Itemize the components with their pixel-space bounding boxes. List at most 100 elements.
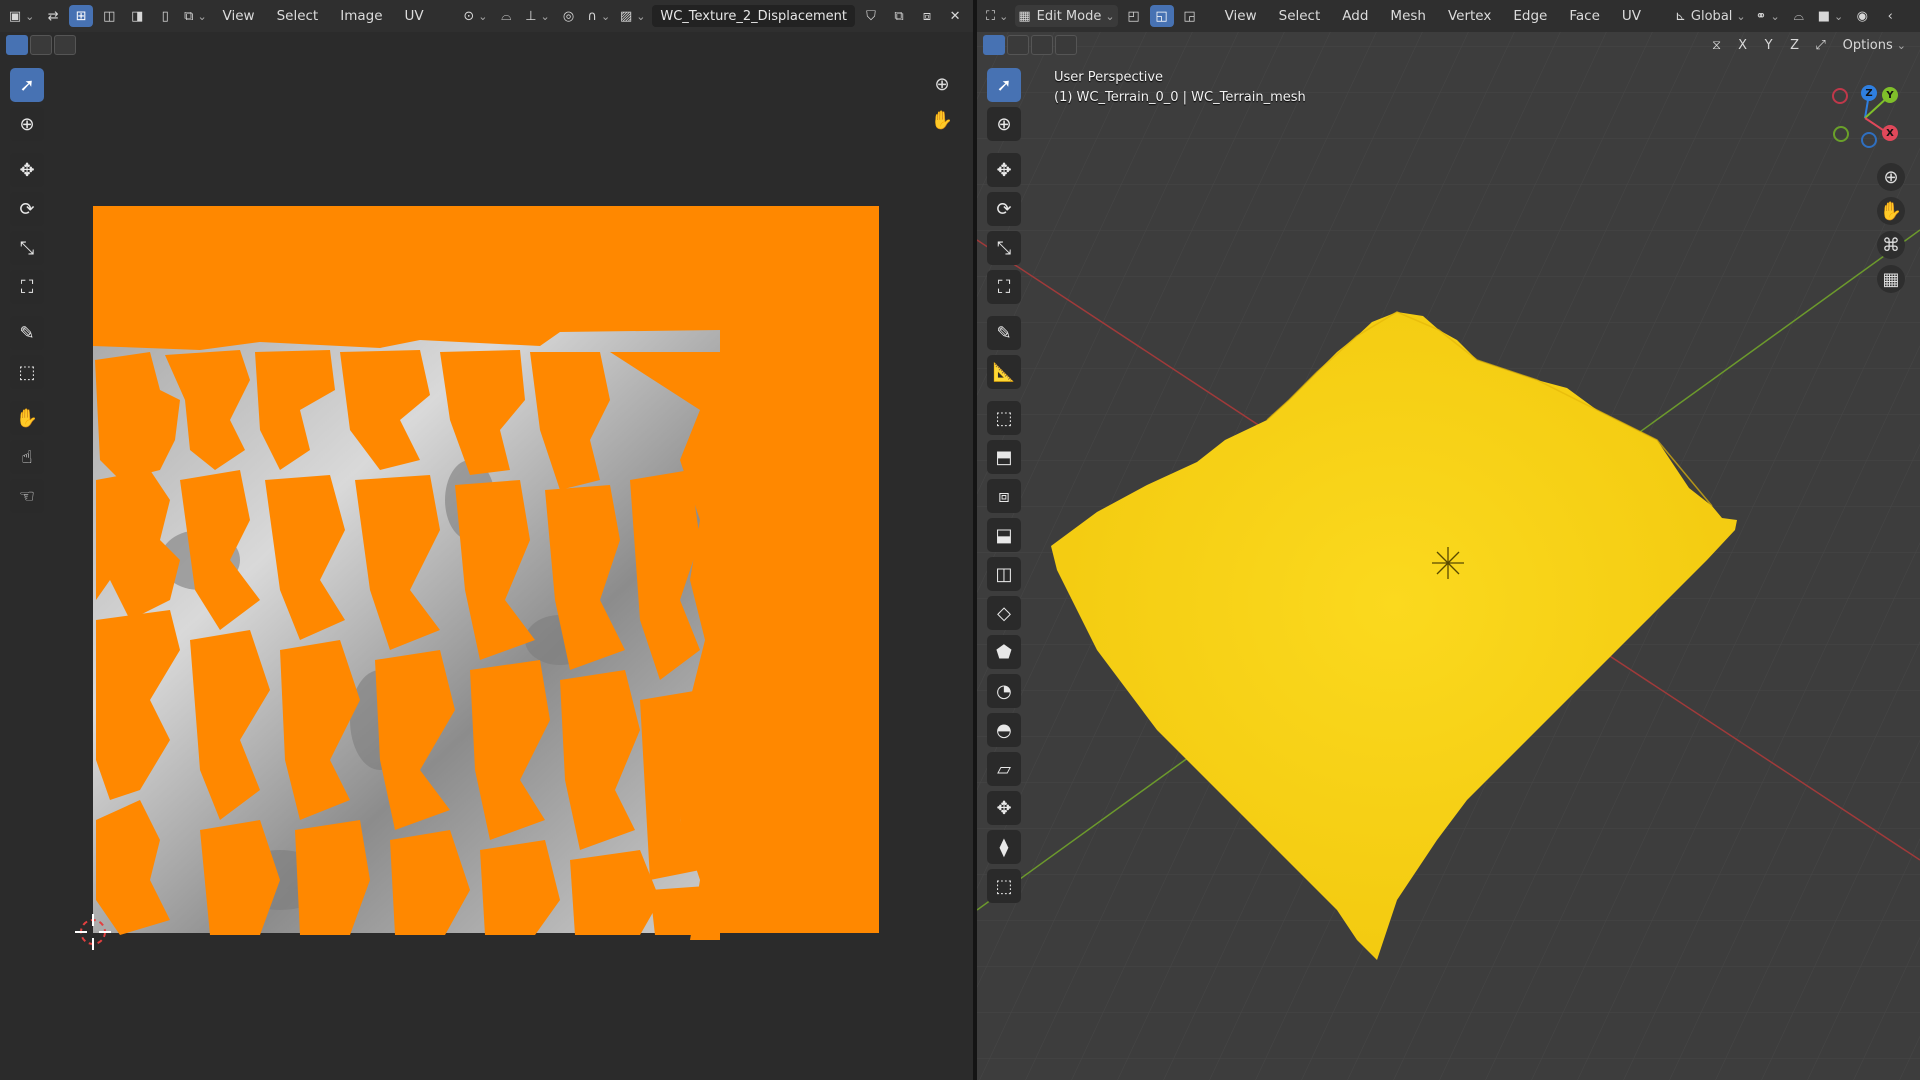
- loop-cut-tool-icon[interactable]: ◫: [987, 557, 1021, 591]
- gizmo-neg-y[interactable]: [1833, 126, 1849, 142]
- proportional-edit-icon[interactable]: ◎: [557, 5, 581, 27]
- camera-view-icon[interactable]: ⌘: [1877, 231, 1905, 259]
- mirror-x-toggle[interactable]: X: [1731, 34, 1755, 56]
- extrude-tool-icon[interactable]: ⬒: [987, 440, 1021, 474]
- menu-view[interactable]: View: [1216, 5, 1266, 27]
- zoom-icon[interactable]: ⊕: [928, 70, 956, 98]
- mirror-icon[interactable]: ⧖: [1705, 34, 1729, 56]
- new-image-icon[interactable]: ⧉: [887, 5, 911, 27]
- mode-selector[interactable]: ▦ Edit Mode: [1015, 5, 1118, 27]
- inset-tool-icon[interactable]: ⧈: [987, 479, 1021, 513]
- annotate-tool-icon[interactable]: ✎: [10, 316, 44, 350]
- annotate-tool-icon[interactable]: ✎: [987, 316, 1021, 350]
- mirror-y-toggle[interactable]: Y: [1757, 34, 1781, 56]
- navigation-gizmo[interactable]: Z Y X: [1827, 80, 1907, 150]
- rip-tool-icon[interactable]: ⬚: [987, 869, 1021, 903]
- cursor-tool-icon[interactable]: ⊕: [10, 107, 44, 141]
- knife-tool-icon[interactable]: ◇: [987, 596, 1021, 630]
- snap-target-icon[interactable]: ⊥: [522, 5, 552, 27]
- select-subtract-icon[interactable]: [54, 35, 76, 55]
- menu-view[interactable]: View: [214, 5, 264, 27]
- select-tool-icon[interactable]: ➚: [987, 68, 1021, 102]
- rotate-tool-icon[interactable]: ⟳: [10, 192, 44, 226]
- pinch-tool-icon[interactable]: ☜: [10, 479, 44, 513]
- fake-user-icon[interactable]: ⛉: [859, 5, 883, 27]
- face-select-icon[interactable]: ◨: [125, 5, 149, 27]
- select-subtract-icon[interactable]: [1031, 35, 1053, 55]
- shear-tool-icon[interactable]: ⧫: [987, 830, 1021, 864]
- collapse-arrow-icon[interactable]: ‹: [1878, 5, 1902, 27]
- falloff-icon[interactable]: ∩: [585, 5, 614, 27]
- sticky-select-icon[interactable]: ⧉: [181, 5, 209, 27]
- move-tool-icon[interactable]: ✥: [987, 153, 1021, 187]
- bevel-tool-icon[interactable]: ⬓: [987, 518, 1021, 552]
- menu-add[interactable]: Add: [1333, 5, 1377, 27]
- gizmo-z[interactable]: Z: [1861, 85, 1877, 101]
- menu-uv[interactable]: UV: [396, 5, 433, 27]
- pivot-icon[interactable]: ⚭: [1753, 5, 1783, 27]
- relax-tool-icon[interactable]: ☝: [10, 440, 44, 474]
- gizmo-y[interactable]: Y: [1882, 87, 1898, 103]
- menu-image[interactable]: Image: [331, 5, 391, 27]
- menu-vertex[interactable]: Vertex: [1439, 5, 1500, 27]
- face-mode-icon[interactable]: ◲: [1178, 5, 1202, 27]
- select-tool-icon[interactable]: ➚: [10, 68, 44, 102]
- unlink-image-icon[interactable]: ⧈: [915, 5, 939, 27]
- rotate-tool-icon[interactable]: ⟳: [987, 192, 1021, 226]
- edge-mode-icon[interactable]: ◱: [1149, 5, 1174, 27]
- editor-type-icon[interactable]: ⛶: [983, 5, 1011, 27]
- pan-hand-icon[interactable]: ✋: [1877, 197, 1905, 225]
- pan-hand-icon[interactable]: ✋: [928, 106, 956, 134]
- mirror-z-toggle[interactable]: Z: [1783, 34, 1807, 56]
- select-extend-icon[interactable]: [30, 35, 52, 55]
- move-tool-icon[interactable]: ✥: [10, 153, 44, 187]
- menu-face[interactable]: Face: [1560, 5, 1609, 27]
- uv-canvas[interactable]: [0, 58, 973, 1080]
- image-name-field[interactable]: WC_Texture_2_Displacement: [652, 5, 856, 27]
- grab-tool-icon[interactable]: ✋: [10, 401, 44, 435]
- gizmo-x[interactable]: X: [1882, 125, 1898, 141]
- gizmo-neg-x[interactable]: [1832, 88, 1848, 104]
- proportional-edit-icon[interactable]: ◉: [1850, 5, 1874, 27]
- snap-icon[interactable]: ⌓: [1787, 5, 1811, 27]
- perspective-toggle-icon[interactable]: ▦: [1877, 265, 1905, 293]
- transform-tool-icon[interactable]: ⛶: [10, 270, 44, 304]
- menu-select[interactable]: Select: [1270, 5, 1330, 27]
- select-box-icon[interactable]: [6, 35, 28, 55]
- add-cube-tool-icon[interactable]: ⬚: [987, 401, 1021, 435]
- close-icon[interactable]: ✕: [943, 5, 967, 27]
- snap-icon[interactable]: ⌓: [494, 5, 518, 27]
- smooth-tool-icon[interactable]: ◓: [987, 713, 1021, 747]
- spin-tool-icon[interactable]: ◔: [987, 674, 1021, 708]
- edge-slide-tool-icon[interactable]: ▱: [987, 752, 1021, 786]
- scale-tool-icon[interactable]: ⤡: [987, 231, 1021, 265]
- auto-merge-icon[interactable]: ⤢: [1809, 34, 1833, 56]
- snap-element-icon[interactable]: ■: [1815, 5, 1847, 27]
- sync-selection-icon[interactable]: ⇄: [41, 5, 65, 27]
- rip-tool-icon[interactable]: ⬚: [10, 355, 44, 389]
- select-extend-icon[interactable]: [1007, 35, 1029, 55]
- image-browse-icon[interactable]: ▨: [617, 5, 648, 27]
- edge-select-icon[interactable]: ◫: [97, 5, 121, 27]
- menu-select[interactable]: Select: [268, 5, 328, 27]
- options-dropdown[interactable]: Options: [1835, 34, 1914, 56]
- transform-orientation-selector[interactable]: ⊾ Global: [1672, 5, 1749, 27]
- transform-tool-icon[interactable]: ⛶: [987, 270, 1021, 304]
- vertex-select-icon[interactable]: ⊞: [69, 5, 94, 27]
- measure-tool-icon[interactable]: 📐: [987, 355, 1021, 389]
- island-select-icon[interactable]: ▯: [153, 5, 177, 27]
- menu-edge[interactable]: Edge: [1504, 5, 1556, 27]
- cursor-tool-icon[interactable]: ⊕: [987, 107, 1021, 141]
- gizmo-neg-z[interactable]: [1861, 132, 1877, 148]
- pivot-icon[interactable]: ⊙: [460, 5, 490, 27]
- poly-build-tool-icon[interactable]: ⬟: [987, 635, 1021, 669]
- menu-uv[interactable]: UV: [1613, 5, 1650, 27]
- vertex-mode-icon[interactable]: ◰: [1122, 5, 1146, 27]
- zoom-icon[interactable]: ⊕: [1877, 163, 1905, 191]
- editor-type-icon[interactable]: ▣: [6, 5, 37, 27]
- scale-tool-icon[interactable]: ⤡: [10, 231, 44, 265]
- shrink-fatten-tool-icon[interactable]: ✥: [987, 791, 1021, 825]
- select-intersect-icon[interactable]: [1055, 35, 1077, 55]
- viewport-canvas[interactable]: [977, 0, 1920, 1080]
- menu-mesh[interactable]: Mesh: [1381, 5, 1435, 27]
